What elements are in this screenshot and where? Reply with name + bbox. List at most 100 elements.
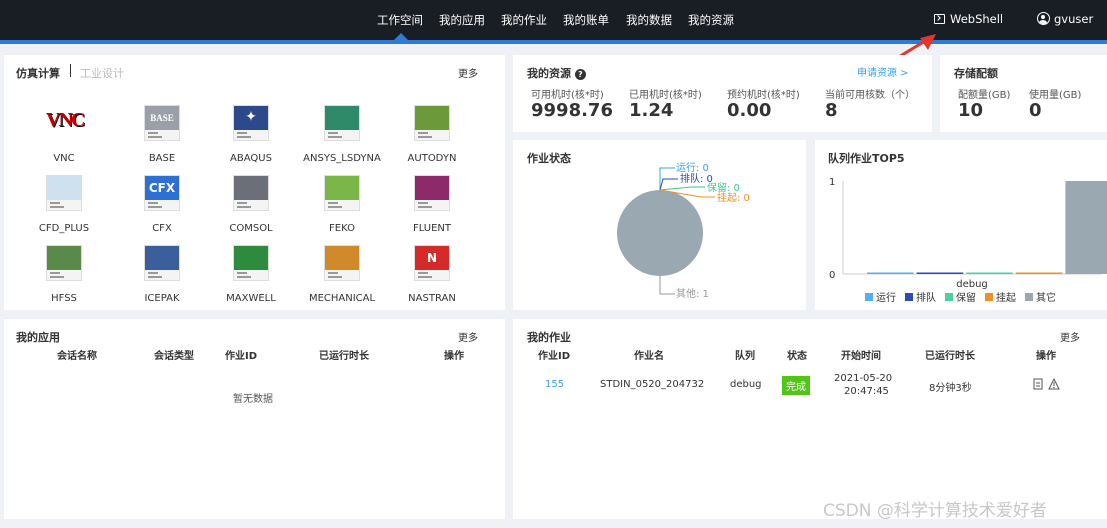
- usage-value: 0: [1029, 100, 1042, 121]
- app-cfd-plus[interactable]: CFD_PLUS: [19, 175, 109, 234]
- my-apps-panel: 我的应用 更多 会话名称 会话类型 作业ID 已运行时长 操作 暂无数据: [4, 319, 505, 519]
- app-label: FEKO: [329, 223, 355, 234]
- app-mechanical[interactable]: MECHANICAL: [297, 245, 387, 304]
- nav-workspace[interactable]: 工作空间: [377, 12, 423, 28]
- help-icon[interactable]: ?: [574, 69, 586, 80]
- ansys-lsdyna-icon: [324, 105, 360, 141]
- base-icon: BASE: [144, 105, 180, 141]
- webshell-button[interactable]: WebShell: [934, 12, 1003, 26]
- storage-panel: 存储配额 配额量(GB) 10 使用量(GB) 0: [940, 55, 1107, 132]
- job-queue: debug: [730, 379, 762, 390]
- user-menu[interactable]: gvuser: [1037, 12, 1093, 26]
- nav-my-apps[interactable]: 我的应用: [439, 12, 485, 28]
- nav-my-data[interactable]: 我的数据: [626, 12, 672, 28]
- app-label: BASE: [148, 153, 176, 164]
- job-start-date: 2021-05-20: [834, 373, 893, 384]
- job-id-link[interactable]: 155: [545, 379, 564, 390]
- bar-挂起: [1015, 272, 1063, 274]
- cfx-icon: CFX: [144, 175, 180, 211]
- y-tick-label: 1: [829, 177, 835, 188]
- status-badge: 完成: [782, 376, 810, 395]
- legend-swatch-其它: [1025, 293, 1033, 301]
- job-state-pie: 运行: 0 排队: 0 保留: 0 挂起: 0 其他: 1: [617, 161, 750, 300]
- available-hours-label: 可用机时(核*时): [531, 90, 604, 101]
- app-label: VNC: [53, 153, 75, 164]
- app-label: MAXWELL: [226, 293, 276, 304]
- app-icepak[interactable]: ICEPAK: [117, 245, 207, 304]
- vnc-icon: VNC: [46, 109, 85, 131]
- app-comsol[interactable]: COMSOL: [206, 175, 296, 234]
- app-fluent[interactable]: FLUENT: [387, 175, 477, 234]
- my-apps-more-link[interactable]: 更多: [458, 329, 478, 344]
- tab-simulation[interactable]: 仿真计算: [16, 65, 60, 81]
- label-running: 运行: 0: [676, 161, 709, 174]
- app-hfss[interactable]: HFSS: [19, 245, 109, 304]
- col-elapsed: 已运行时长: [319, 351, 369, 362]
- top5-chart: 0 1 debug 运行 排队 保留 挂起 其它: [829, 177, 1107, 304]
- job-start-time: 20:47:45: [844, 386, 889, 397]
- warning-icon[interactable]: [1048, 378, 1060, 390]
- legend-label: 运行: [876, 291, 896, 304]
- used-hours-label: 已用机时(核*时): [629, 90, 702, 101]
- user-icon: [1037, 12, 1050, 25]
- used-hours-value: 1.24: [629, 100, 674, 121]
- app-vnc[interactable]: VNC VNC: [19, 105, 109, 164]
- legend-label: 其它: [1036, 291, 1056, 304]
- usage-label: 使用量(GB): [1029, 90, 1082, 101]
- y-tick-label: 0: [829, 270, 835, 281]
- nastran-icon: N: [414, 245, 450, 281]
- app-label: MECHANICAL: [308, 293, 376, 304]
- webshell-label: WebShell: [950, 12, 1004, 26]
- col-job-id: 作业ID: [538, 351, 571, 362]
- app-feko[interactable]: FEKO: [297, 175, 387, 234]
- job-elapsed: 8分钟3秒: [929, 383, 972, 394]
- my-jobs-more-link[interactable]: 更多: [1060, 329, 1080, 344]
- app-ansys-lsdyna[interactable]: ANSYS_LSDYNA: [297, 105, 387, 164]
- app-abaqus[interactable]: ✦ ABAQUS: [206, 105, 296, 164]
- resources-title: 我的资源 ?: [527, 65, 586, 81]
- col-elapsed: 已运行时长: [925, 351, 975, 362]
- app-label: CFD_PLUS: [38, 223, 90, 234]
- col-session-name: 会话名称: [57, 351, 97, 362]
- available-cores-label: 当前可用核数（个）: [825, 90, 915, 101]
- tab-industrial-design[interactable]: 工业设计: [80, 65, 124, 81]
- app-maxwell[interactable]: MAXWELL: [206, 245, 296, 304]
- sim-more-link[interactable]: 更多: [458, 65, 478, 80]
- app-cfx[interactable]: CFX CFX: [117, 175, 207, 234]
- app-label: ABAQUS: [230, 153, 272, 164]
- app-label: ICEPAK: [144, 293, 180, 304]
- top-navbar: 工作空间 我的应用 我的作业 我的账单 我的数据 我的资源 WebShell g…: [0, 0, 1107, 44]
- col-queue: 队列: [735, 351, 755, 362]
- col-start-time: 开始时间: [841, 351, 881, 362]
- reserved-hours-label: 预约机时(核*时): [727, 90, 800, 101]
- app-nastran[interactable]: N NASTRAN: [387, 245, 477, 304]
- quota-value: 10: [958, 100, 984, 121]
- x-tick-label: debug: [956, 279, 988, 290]
- quota-label: 配额量(GB): [958, 90, 1011, 101]
- watermark: CSDN @科学计算技术爱好者: [823, 501, 1047, 521]
- legend-swatch-保留: [945, 293, 953, 301]
- col-session-type: 会话类型: [154, 351, 194, 362]
- legend-label: 保留: [956, 291, 976, 304]
- pie-slice-other: [617, 190, 703, 276]
- resources-panel: 我的资源 ? 申请资源 > 可用机时(核*时) 9998.76 已用机时(核*时…: [513, 55, 932, 132]
- legend-swatch-挂起: [985, 293, 993, 301]
- document-icon[interactable]: [1033, 378, 1044, 390]
- nav-my-resources[interactable]: 我的资源: [688, 12, 734, 28]
- legend-label: 排队: [916, 291, 936, 304]
- app-label: COMSOL: [229, 223, 273, 234]
- col-actions: 操作: [1036, 351, 1056, 362]
- app-base[interactable]: BASE BASE: [117, 105, 207, 164]
- nav-my-bills[interactable]: 我的账单: [563, 12, 609, 28]
- app-autodyn[interactable]: AUTODYN: [387, 105, 477, 164]
- nav-my-jobs[interactable]: 我的作业: [501, 12, 547, 28]
- col-job-name: 作业名: [634, 351, 664, 362]
- label-suspended: 挂起: 0: [717, 191, 750, 204]
- autodyn-icon: [414, 105, 450, 141]
- simulation-panel: 仿真计算 工业设计 更多 VNC VNC BASE BASE ✦ ABAQUS ANSYS_…: [4, 55, 505, 310]
- bar-排队: [916, 272, 964, 274]
- reserved-hours-value: 0.00: [727, 100, 772, 121]
- apply-resource-link[interactable]: 申请资源 >: [857, 64, 909, 79]
- mechanical-icon: [324, 245, 360, 281]
- abaqus-icon: ✦: [233, 105, 269, 141]
